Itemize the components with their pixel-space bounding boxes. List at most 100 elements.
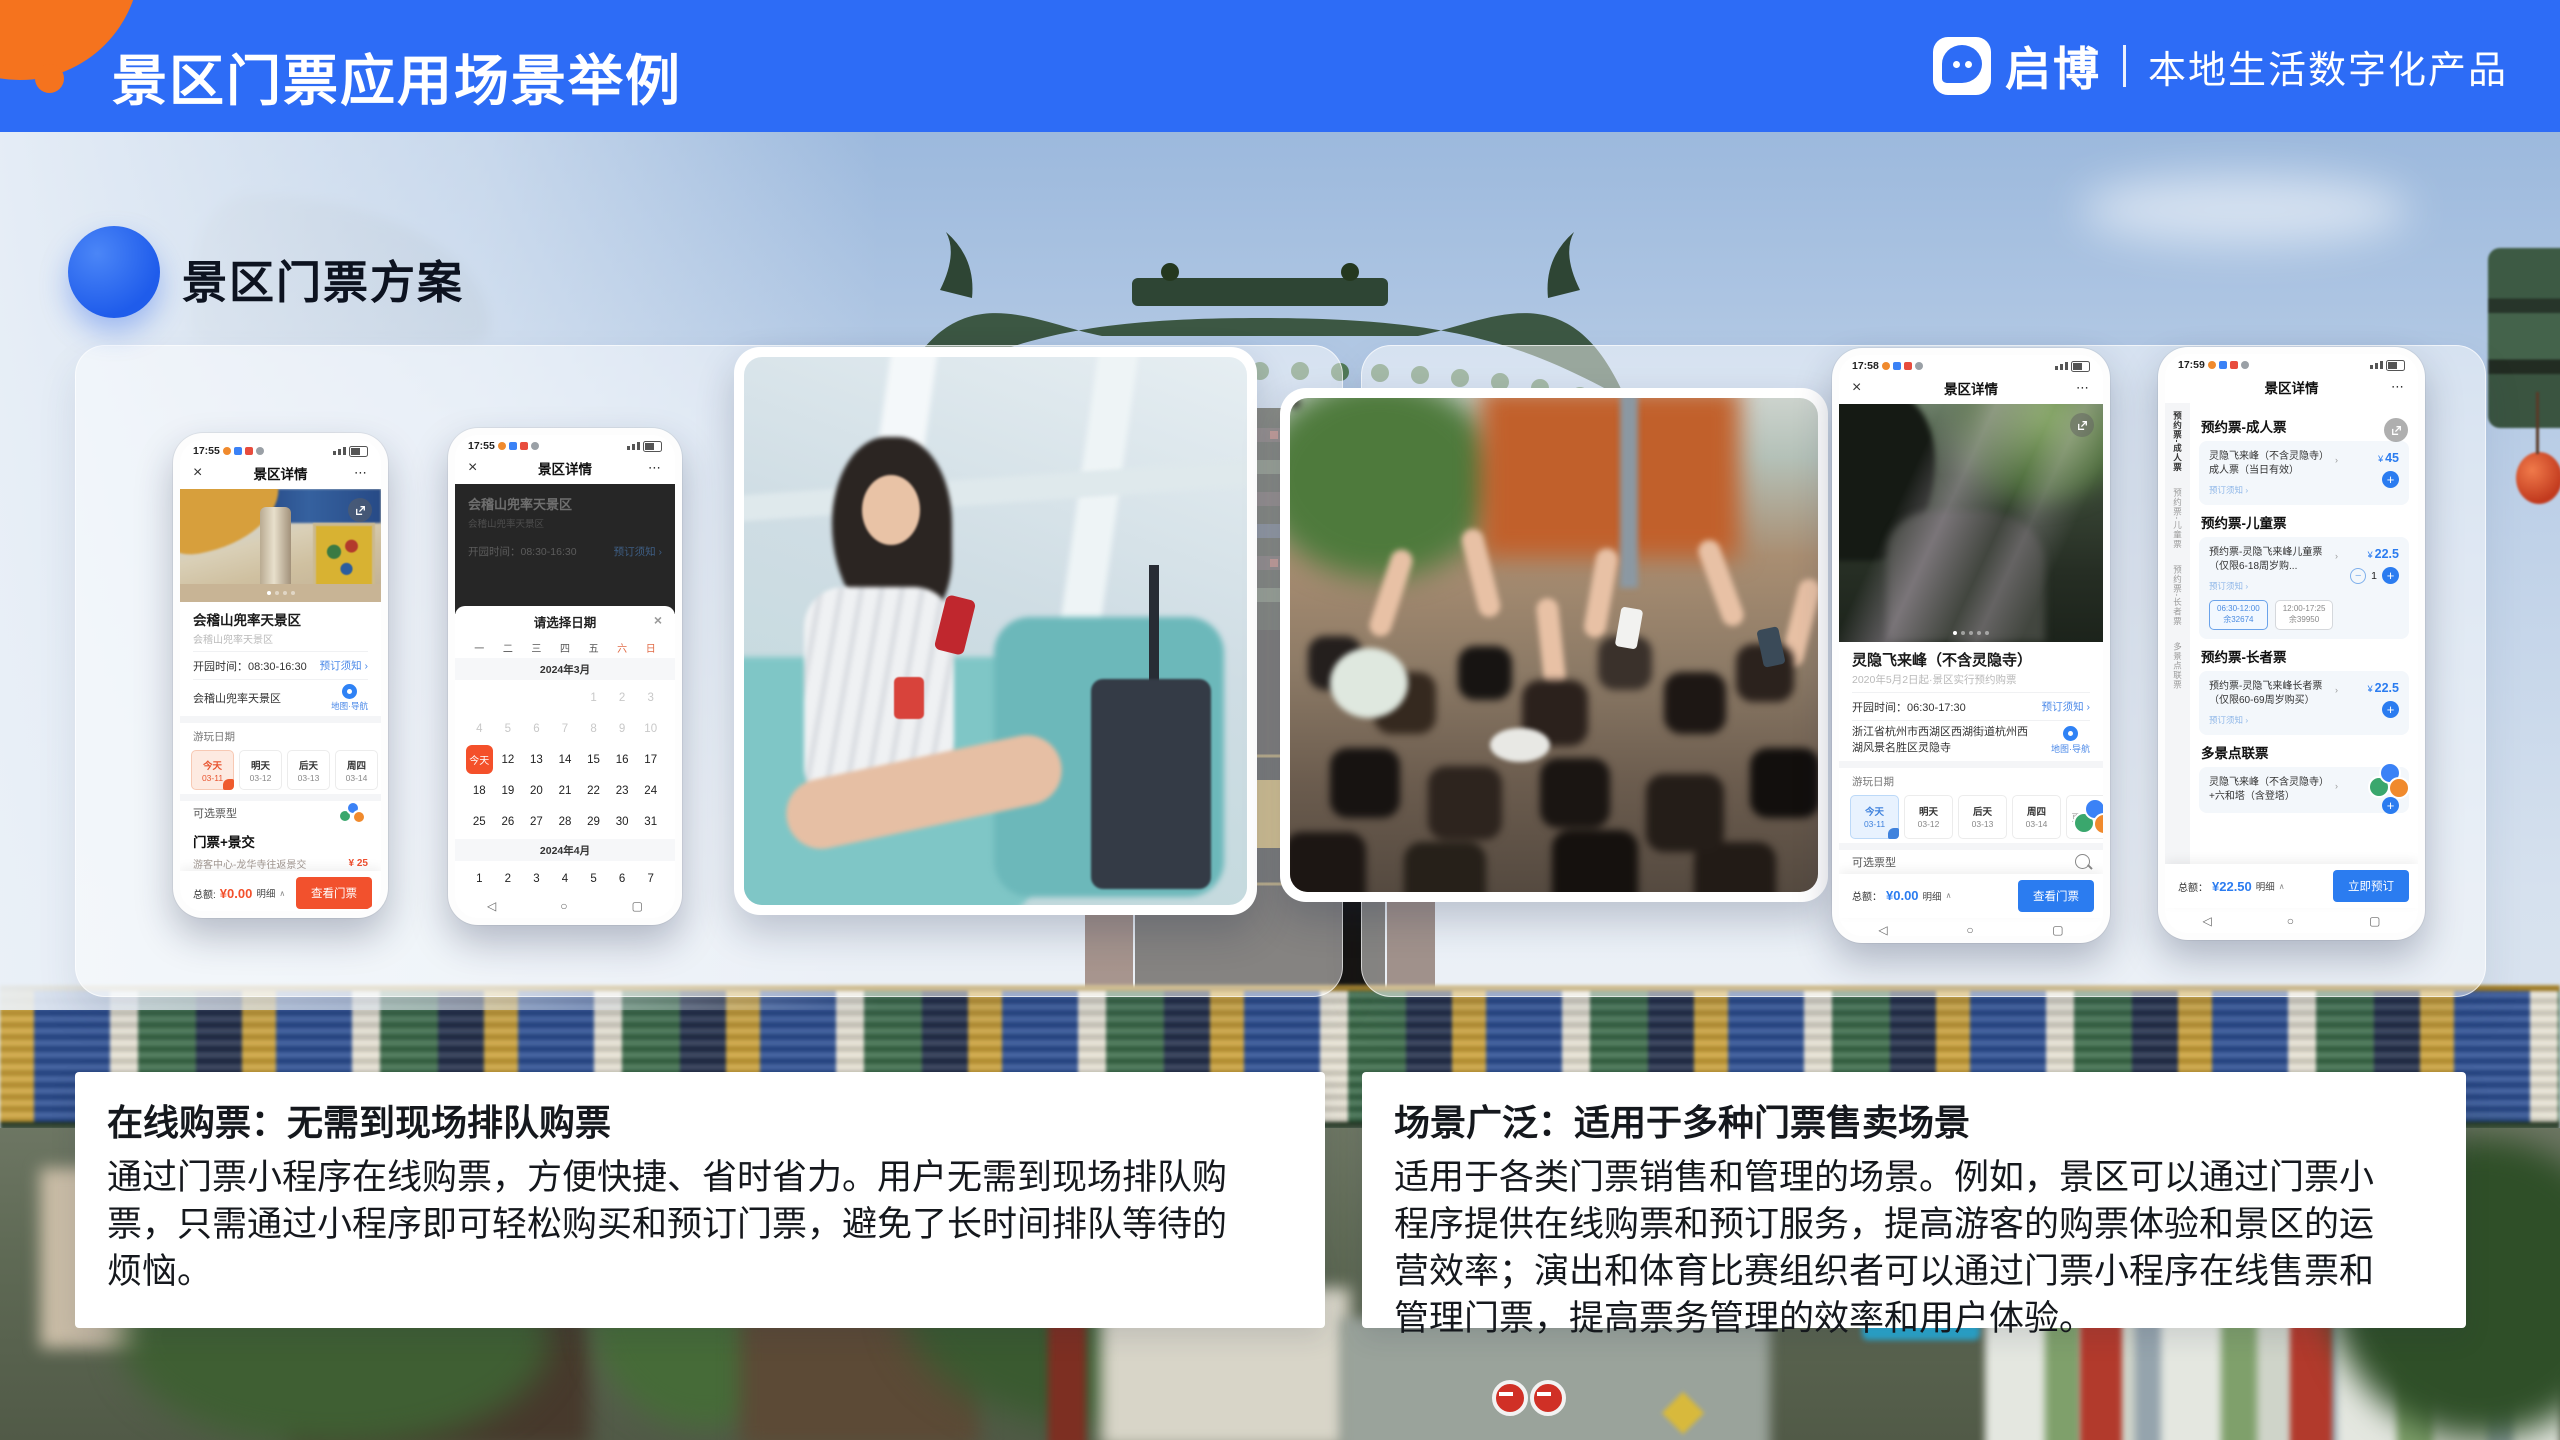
weekday-label: 一	[465, 640, 494, 655]
calendar-day[interactable]: 27	[522, 806, 551, 837]
chevron-icon: ›	[2335, 781, 2338, 791]
map-nav-button[interactable]: 地图·导航	[2051, 726, 2090, 755]
date-chip[interactable]: 后天03-13	[287, 750, 330, 790]
android-back-icon[interactable]: ◁	[487, 899, 496, 913]
date-chip[interactable]: 明天03-12	[239, 750, 282, 790]
close-icon[interactable]: ×	[468, 459, 490, 477]
android-recent-icon[interactable]: ▢	[2052, 923, 2063, 936]
calendar-day[interactable]: 20	[522, 775, 551, 806]
date-chip[interactable]: 周四03-14	[2012, 795, 2061, 839]
orange-accent-dot	[35, 64, 64, 93]
view-tickets-button[interactable]: 查看门票	[2018, 880, 2094, 912]
modal-title: 请选择日期	[534, 612, 597, 631]
calendar-day[interactable]: 15	[579, 744, 608, 775]
minus-button[interactable]: −	[2350, 568, 2366, 584]
android-home-icon[interactable]: ○	[2287, 914, 2294, 928]
android-back-icon[interactable]: ◁	[2203, 914, 2212, 928]
calendar-day[interactable]: 6	[608, 863, 637, 893]
calendar-blank	[522, 682, 551, 713]
ticket-card[interactable]: 预约票-灵隐飞来峰儿童票（仅限6-18周岁购... › ¥22.5 − 1 + …	[2199, 537, 2409, 639]
calendar-day[interactable]: 16	[608, 744, 637, 775]
calendar-day[interactable]: 17	[636, 744, 665, 775]
calendar-day[interactable]: 12	[494, 744, 523, 775]
book-now-button[interactable]: 立即预订	[2333, 870, 2409, 902]
calendar-day[interactable]: 19	[494, 775, 523, 806]
calendar-day-today[interactable]: 今天	[465, 744, 494, 775]
share-icon[interactable]	[2384, 418, 2408, 442]
more-icon[interactable]: ⋯	[640, 460, 662, 476]
calendar-day[interactable]: 2	[494, 863, 523, 893]
time-slot-selected[interactable]: 06:30-12:00余32674	[2209, 600, 2268, 630]
search-icon[interactable]	[2075, 854, 2090, 869]
share-icon[interactable]	[2070, 413, 2094, 437]
detail-toggle[interactable]: 明细	[2256, 879, 2275, 893]
calendar-day[interactable]: 24	[636, 775, 665, 806]
calendar-day[interactable]: 5	[579, 863, 608, 893]
calendar-day[interactable]: 18	[465, 775, 494, 806]
ticket-item-name[interactable]: 游客中心-龙华寺往返景交	[193, 856, 306, 871]
total-value: ¥0.00	[220, 886, 253, 901]
calendar-day[interactable]: 29	[579, 806, 608, 837]
android-back-icon[interactable]: ◁	[1878, 923, 1887, 936]
android-home-icon[interactable]: ○	[560, 899, 567, 913]
add-ticket-button[interactable]: +	[2382, 567, 2399, 584]
status-time: 17:58	[1852, 360, 1879, 372]
detail-toggle[interactable]: 明细	[1923, 889, 1942, 903]
note-line: 通过门票小程序在线购票，方便快捷、省时省力。用户无需到现场排队购	[107, 1154, 1293, 1201]
total-value: ¥22.50	[2212, 879, 2252, 894]
booking-notes-link[interactable]: 预订须知 ›	[2209, 484, 2399, 496]
calendar-day[interactable]: 25	[465, 806, 494, 837]
date-chip[interactable]: 明天03-12	[1904, 795, 1953, 839]
booking-notes-link[interactable]: 预订须知 ›	[2209, 714, 2399, 726]
more-dates-chip[interactable]: 更多日期	[2066, 795, 2103, 839]
add-ticket-button[interactable]: +	[2382, 471, 2399, 488]
ticket-card[interactable]: 预约票-灵隐飞来峰长者票（仅限60-69周岁购买） › ¥22.5 + 预订须知…	[2199, 671, 2409, 735]
view-tickets-button[interactable]: 查看门票	[296, 877, 372, 909]
scenic-subname: 会稽山兜率天景区	[180, 629, 381, 651]
calendar-day[interactable]: 26	[494, 806, 523, 837]
close-icon[interactable]: ×	[1852, 379, 1874, 397]
calendar-day[interactable]: 21	[551, 775, 580, 806]
android-recent-icon[interactable]: ▢	[632, 899, 643, 913]
rail-category-item[interactable]: 多景点联票	[2172, 642, 2184, 690]
rail-category-item[interactable]: 预约票-儿童票	[2172, 488, 2184, 549]
scenic-subname: 2020年5月2日起·景区实行预约购票	[1839, 670, 2103, 692]
close-icon[interactable]: ×	[193, 464, 215, 482]
add-ticket-button[interactable]: +	[2382, 701, 2399, 718]
calendar-day[interactable]: 28	[551, 806, 580, 837]
share-icon[interactable]	[348, 498, 372, 522]
rail-category-item[interactable]: 预约票-成人票	[2172, 411, 2184, 472]
calendar-day[interactable]: 3	[522, 863, 551, 893]
quantity-stepper[interactable]: − 1 +	[2350, 567, 2399, 584]
calendar-day[interactable]: 22	[579, 775, 608, 806]
calendar-day[interactable]: 23	[608, 775, 637, 806]
crowd-event-photo	[1280, 388, 1828, 902]
woman-using-phone-photo	[734, 347, 1257, 915]
more-icon[interactable]: ⋯	[2068, 380, 2090, 396]
more-icon[interactable]: ⋯	[346, 465, 368, 481]
time-slot[interactable]: 12:00-17:25余39950	[2275, 600, 2334, 630]
date-chip[interactable]: 周四03-14	[335, 750, 378, 790]
calendar-day[interactable]: 1	[465, 863, 494, 893]
ticket-card[interactable]: 灵隐飞来峰（不含灵隐寺）成人票（当日有效） › ¥45 + 预订须知 ›	[2199, 441, 2409, 505]
date-chip-today[interactable]: 今天03-11	[191, 750, 234, 790]
map-nav-button[interactable]: 地图·导航	[331, 684, 368, 712]
ticket-category-title: 预约票-长者票	[2199, 639, 2409, 671]
calendar-day[interactable]: 30	[608, 806, 637, 837]
detail-toggle[interactable]: 明细	[256, 886, 275, 900]
calendar-day[interactable]: 14	[551, 744, 580, 775]
modal-close-icon[interactable]: ×	[654, 612, 662, 628]
rail-category-item[interactable]: 预约票-长者票	[2172, 565, 2184, 626]
android-home-icon[interactable]: ○	[1966, 923, 1973, 936]
calendar-day[interactable]: 13	[522, 744, 551, 775]
date-chip[interactable]: 后天03-13	[1958, 795, 2007, 839]
calendar-day[interactable]: 7	[636, 863, 665, 893]
status-bar: 17:58	[1839, 355, 2103, 372]
booking-notes-link[interactable]: 预订须知 ›	[2042, 699, 2090, 714]
calendar-day[interactable]: 31	[636, 806, 665, 837]
android-recent-icon[interactable]: ▢	[2369, 914, 2380, 928]
booking-notes-link[interactable]: 预订须知 ›	[320, 658, 368, 673]
calendar-day[interactable]: 4	[551, 863, 580, 893]
more-icon[interactable]: ⋯	[2383, 379, 2405, 395]
date-chip-today[interactable]: 今天03-11	[1850, 795, 1899, 839]
